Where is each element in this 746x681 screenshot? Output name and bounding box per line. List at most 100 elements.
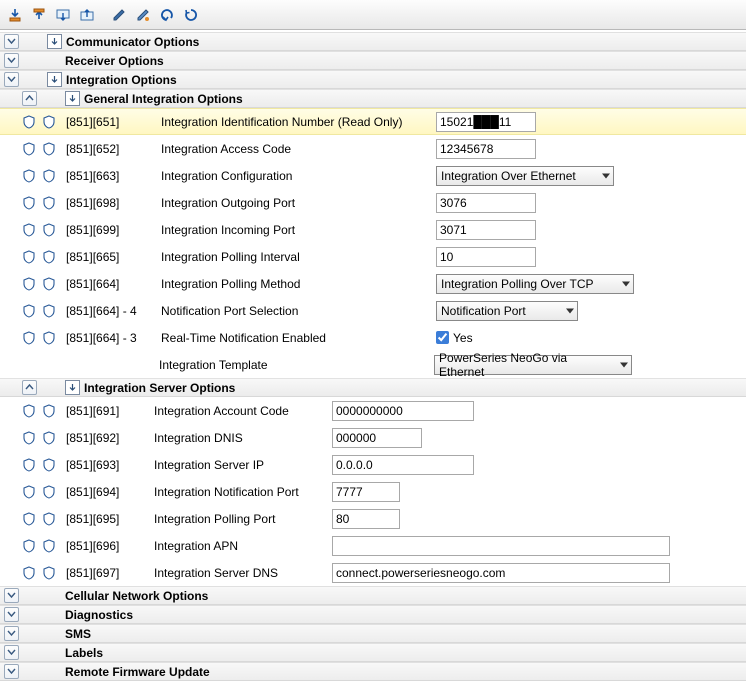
option-row: [851][664]Integration Polling MethodInte… [0, 270, 746, 297]
option-input[interactable] [436, 247, 536, 267]
tool-edit2-icon[interactable] [132, 4, 154, 26]
tool-refresh-icon[interactable] [180, 4, 202, 26]
expand-down-icon[interactable] [4, 645, 19, 660]
option-row: [851][695] Integration Polling Port [0, 505, 746, 532]
section-icon [47, 72, 62, 87]
option-label: Integration Polling Interval [161, 250, 436, 264]
option-row: [851][699]Integration Incoming Port [0, 216, 746, 243]
toolbar [0, 0, 746, 30]
option-code: [851][664] - 3 [66, 331, 151, 345]
section-labels[interactable]: Labels [0, 643, 746, 662]
option-code: [851][663] [66, 169, 151, 183]
option-label: Integration Outgoing Port [161, 196, 436, 210]
tool-undo-icon[interactable] [156, 4, 178, 26]
option-label: Integration Polling Port [154, 512, 332, 526]
section-communicator[interactable]: Communicator Options [0, 32, 746, 51]
expand-up-icon[interactable] [22, 380, 37, 395]
option-code: [851][664] - 4 [66, 304, 151, 318]
option-input[interactable] [436, 139, 536, 159]
shield-icon [22, 512, 36, 526]
shield-icon [22, 539, 36, 553]
option-label: Real-Time Notification Enabled [161, 331, 436, 345]
shield-icon [42, 512, 56, 526]
section-label: Remote Firmware Update [65, 665, 210, 679]
section-sms[interactable]: SMS [0, 624, 746, 643]
section-label: Integration Options [66, 73, 177, 87]
option-input[interactable] [436, 220, 536, 240]
option-label: Integration Server IP [154, 458, 332, 472]
section-firmware[interactable]: Remote Firmware Update [0, 662, 746, 681]
tool-download-icon[interactable] [4, 4, 26, 26]
option-input[interactable] [332, 536, 670, 556]
chevron-down-icon [622, 281, 630, 286]
option-input[interactable] [332, 482, 400, 502]
option-row: [851][696]Integration APN [0, 532, 746, 559]
section-general-integration[interactable]: General Integration Options [0, 89, 746, 108]
shield-icon [22, 566, 36, 580]
option-code: [851][665] [66, 250, 151, 264]
section-integration[interactable]: Integration Options [0, 70, 746, 89]
shield-icon [42, 196, 56, 210]
option-input[interactable] [332, 428, 422, 448]
shield-icon [42, 485, 56, 499]
option-input[interactable] [332, 401, 474, 421]
option-select[interactable]: PowerSeries NeoGo via Ethernet [434, 355, 632, 375]
expand-down-icon[interactable] [4, 588, 19, 603]
option-label: Integration APN [154, 539, 332, 553]
shield-icon [22, 250, 36, 264]
tree-panel: Communicator Options Receiver Options In… [0, 30, 746, 681]
section-label: Communicator Options [66, 35, 199, 49]
section-cellular[interactable]: Cellular Network Options [0, 586, 746, 605]
option-row: [851][663] Integration ConfigurationInteg… [0, 162, 746, 189]
option-row: Integration TemplatePowerSeries NeoGo vi… [0, 351, 746, 378]
option-select[interactable]: Integration Polling Over TCP [436, 274, 634, 294]
expand-down-icon[interactable] [4, 626, 19, 641]
option-label: Integration Polling Method [161, 277, 436, 291]
expand-down-icon[interactable] [4, 607, 19, 622]
tool-screen-up-icon[interactable] [76, 4, 98, 26]
shield-icon [42, 331, 56, 345]
option-label: Integration Configuration [161, 169, 436, 183]
option-label: Integration DNIS [154, 431, 332, 445]
option-row: [851][692]Integration DNIS [0, 424, 746, 451]
option-select[interactable]: Notification Port [436, 301, 578, 321]
shield-icon [42, 431, 56, 445]
shield-icon [42, 539, 56, 553]
option-row: [851][665] Integration Polling Interval [0, 243, 746, 270]
shield-icon [22, 458, 36, 472]
tool-screen-down-icon[interactable] [52, 4, 74, 26]
expand-up-icon[interactable] [22, 91, 37, 106]
shield-icon [42, 404, 56, 418]
section-label: Integration Server Options [84, 381, 235, 395]
tool-edit-icon[interactable] [108, 4, 130, 26]
section-server-integration[interactable]: Integration Server Options [0, 378, 746, 397]
option-input[interactable] [436, 112, 536, 132]
shield-icon [42, 250, 56, 264]
option-row: [851][694]Integration Notification Port [0, 478, 746, 505]
option-checkbox[interactable] [436, 331, 449, 344]
option-input[interactable] [332, 509, 400, 529]
section-label: Receiver Options [65, 54, 164, 68]
shield-icon [42, 223, 56, 237]
option-row: [851][651]Integration Identification Num… [0, 108, 746, 135]
tool-upload-icon[interactable] [28, 4, 50, 26]
option-row: [851][691]Integration Account Code [0, 397, 746, 424]
option-row: [851][697]Integration Server DNS [0, 559, 746, 586]
section-receiver[interactable]: Receiver Options [0, 51, 746, 70]
section-diagnostics[interactable]: Diagnostics [0, 605, 746, 624]
option-code: [851][695] [66, 512, 144, 526]
option-row: [851][652]Integration Access Code [0, 135, 746, 162]
shield-icon [22, 223, 36, 237]
expand-down-icon[interactable] [4, 53, 19, 68]
option-input[interactable] [436, 193, 536, 213]
shield-icon [42, 458, 56, 472]
option-input[interactable] [332, 455, 474, 475]
option-code: [851][693] [66, 458, 144, 472]
section-label: SMS [65, 627, 91, 641]
option-select[interactable]: Integration Over Ethernet [436, 166, 614, 186]
shield-icon [42, 115, 56, 129]
expand-down-icon[interactable] [4, 72, 19, 87]
option-input[interactable] [332, 563, 670, 583]
shield-icon [22, 277, 36, 291]
expand-down-icon[interactable] [4, 34, 19, 49]
